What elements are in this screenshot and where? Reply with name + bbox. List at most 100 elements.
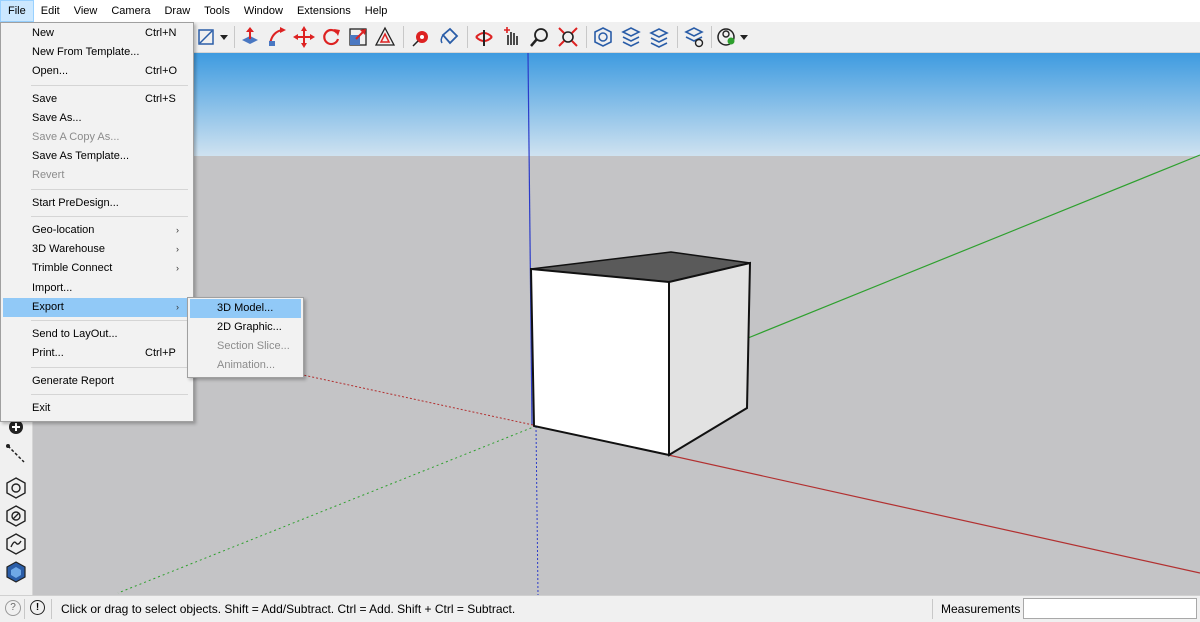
file-menu-print[interactable]: Print... Ctrl+P xyxy=(3,344,190,363)
submenu-arrow-icon: › xyxy=(176,302,179,312)
file-menu-save-as[interactable]: Save As... xyxy=(3,109,190,128)
export-2d-graphic[interactable]: 2D Graphic... xyxy=(190,318,301,337)
instructor-info-icon[interactable]: ! xyxy=(30,600,45,615)
file-menu: New Ctrl+N New From Template... Open... Ct… xyxy=(0,22,194,422)
move-icon[interactable] xyxy=(292,25,316,49)
styles-icon[interactable] xyxy=(4,560,28,584)
submenu-arrow-icon: › xyxy=(176,244,179,254)
menu-item-label: Save xyxy=(32,93,58,105)
menu-camera[interactable]: Camera xyxy=(104,0,157,22)
menu-edit[interactable]: Edit xyxy=(34,0,67,22)
menu-item-label: Geo-location xyxy=(32,224,95,236)
follow-me-icon[interactable] xyxy=(265,25,289,49)
extension-warehouse-icon[interactable] xyxy=(619,25,643,49)
file-menu-revert[interactable]: Revert xyxy=(3,166,190,185)
menu-separator xyxy=(31,320,188,321)
zoom-icon[interactable] xyxy=(528,25,552,49)
file-menu-geo-location[interactable]: Geo-location › xyxy=(3,221,190,240)
menu-item-label: 2D Graphic... xyxy=(217,321,282,333)
menu-tools[interactable]: Tools xyxy=(197,0,237,22)
file-menu-import[interactable]: Import... xyxy=(3,279,190,298)
export-submenu: 3D Model... 2D Graphic... Section Slice.… xyxy=(187,297,304,378)
solid-tools-icon[interactable] xyxy=(4,504,28,528)
menu-item-label: Import... xyxy=(32,282,73,294)
file-menu-open[interactable]: Open... Ctrl+O xyxy=(3,62,190,81)
walk-icon[interactable] xyxy=(4,442,28,466)
menu-item-label: Save As Template... xyxy=(32,150,130,162)
menu-extensions[interactable]: Extensions xyxy=(290,0,358,22)
orbit-icon[interactable] xyxy=(472,25,496,49)
export-3d-model[interactable]: 3D Model... xyxy=(190,299,301,318)
menu-item-label: 3D Model... xyxy=(217,302,274,314)
submenu-arrow-icon: › xyxy=(176,225,179,235)
zoom-extents-icon[interactable] xyxy=(556,25,580,49)
file-menu-save-as-template[interactable]: Save As Template... xyxy=(3,147,190,166)
menu-window[interactable]: Window xyxy=(237,0,290,22)
menu-item-label: Generate Report xyxy=(32,375,114,387)
menu-help[interactable]: Help xyxy=(358,0,395,22)
extension-manager-icon[interactable] xyxy=(682,25,706,49)
menu-separator xyxy=(31,189,188,190)
help-icon[interactable]: ? xyxy=(5,600,21,616)
file-menu-new[interactable]: New Ctrl+N xyxy=(3,24,190,43)
menu-draw[interactable]: Draw xyxy=(157,0,197,22)
file-menu-export[interactable]: Export › xyxy=(3,298,190,317)
paint-bucket-icon[interactable] xyxy=(437,25,461,49)
menu-item-label: New xyxy=(32,27,55,39)
status-message: Click or drag to select objects. Shift =… xyxy=(61,602,516,616)
menu-item-label: Animation... xyxy=(217,359,276,371)
measurements-label: Measurements xyxy=(941,602,1021,616)
account-icon[interactable] xyxy=(715,25,751,49)
file-menu-send-to-layout[interactable]: Send to LayOut... xyxy=(3,325,190,344)
sky xyxy=(33,53,1200,156)
file-menu-generate-report[interactable]: Generate Report xyxy=(3,372,190,391)
export-animation[interactable]: Animation... xyxy=(190,356,301,375)
pan-icon[interactable] xyxy=(500,25,524,49)
menu-item-shortcut: Ctrl+N xyxy=(145,27,177,39)
menu-item-shortcut: Ctrl+P xyxy=(145,347,176,359)
rotate-icon[interactable] xyxy=(319,25,343,49)
sandbox-icon[interactable] xyxy=(4,532,28,556)
tape-measure-icon[interactable] xyxy=(410,25,434,49)
push-pull-icon[interactable] xyxy=(238,25,262,49)
menu-view[interactable]: View xyxy=(67,0,105,22)
cube-front-face[interactable] xyxy=(529,267,670,457)
status-bar: ? ! Click or drag to select objects. Shi… xyxy=(0,595,1200,622)
offset-icon[interactable] xyxy=(373,25,397,49)
file-menu-exit[interactable]: Exit xyxy=(3,399,190,418)
menu-item-shortcut: Ctrl+S xyxy=(145,93,176,105)
menu-bar: File Edit View Camera Draw Tools Window … xyxy=(0,0,1200,22)
menu-item-label: Start PreDesign... xyxy=(32,197,119,209)
file-menu-save-a-copy-as[interactable]: Save A Copy As... xyxy=(3,128,190,147)
menu-separator xyxy=(31,394,188,395)
layout-icon[interactable] xyxy=(647,25,671,49)
menu-file[interactable]: File xyxy=(0,0,34,22)
3d-warehouse-icon[interactable] xyxy=(591,25,615,49)
file-menu-trimble-connect[interactable]: Trimble Connect › xyxy=(3,259,190,278)
menu-separator xyxy=(31,85,188,86)
menu-item-label: Revert xyxy=(32,169,65,181)
submenu-arrow-icon: › xyxy=(176,263,179,273)
menu-item-label: Open... xyxy=(32,65,69,77)
scale-icon[interactable] xyxy=(346,25,370,49)
menu-item-shortcut: Ctrl+O xyxy=(145,65,178,77)
menu-item-label: 3D Warehouse xyxy=(32,243,105,255)
menu-item-label: Exit xyxy=(32,402,51,414)
file-menu-3d-warehouse[interactable]: 3D Warehouse › xyxy=(3,240,190,259)
menu-separator xyxy=(31,367,188,368)
menu-item-label: Section Slice... xyxy=(217,340,290,352)
export-section-slice[interactable]: Section Slice... xyxy=(190,337,301,356)
section-plane-icon[interactable] xyxy=(4,476,28,500)
menu-item-label: Print... xyxy=(32,347,64,359)
line-dropdown-icon[interactable] xyxy=(196,25,232,49)
menu-item-label: Trimble Connect xyxy=(32,262,113,274)
file-menu-start-predesign[interactable]: Start PreDesign... xyxy=(3,194,190,213)
menu-item-label: Save As... xyxy=(32,112,82,124)
file-menu-new-from-template[interactable]: New From Template... xyxy=(3,43,190,62)
menu-item-label: Export xyxy=(32,301,64,313)
menu-separator xyxy=(31,216,188,217)
menu-item-label: Save A Copy As... xyxy=(32,131,120,143)
measurements-input[interactable] xyxy=(1023,598,1197,619)
file-menu-save[interactable]: Save Ctrl+S xyxy=(3,90,190,109)
menu-item-label: New From Template... xyxy=(32,46,140,58)
